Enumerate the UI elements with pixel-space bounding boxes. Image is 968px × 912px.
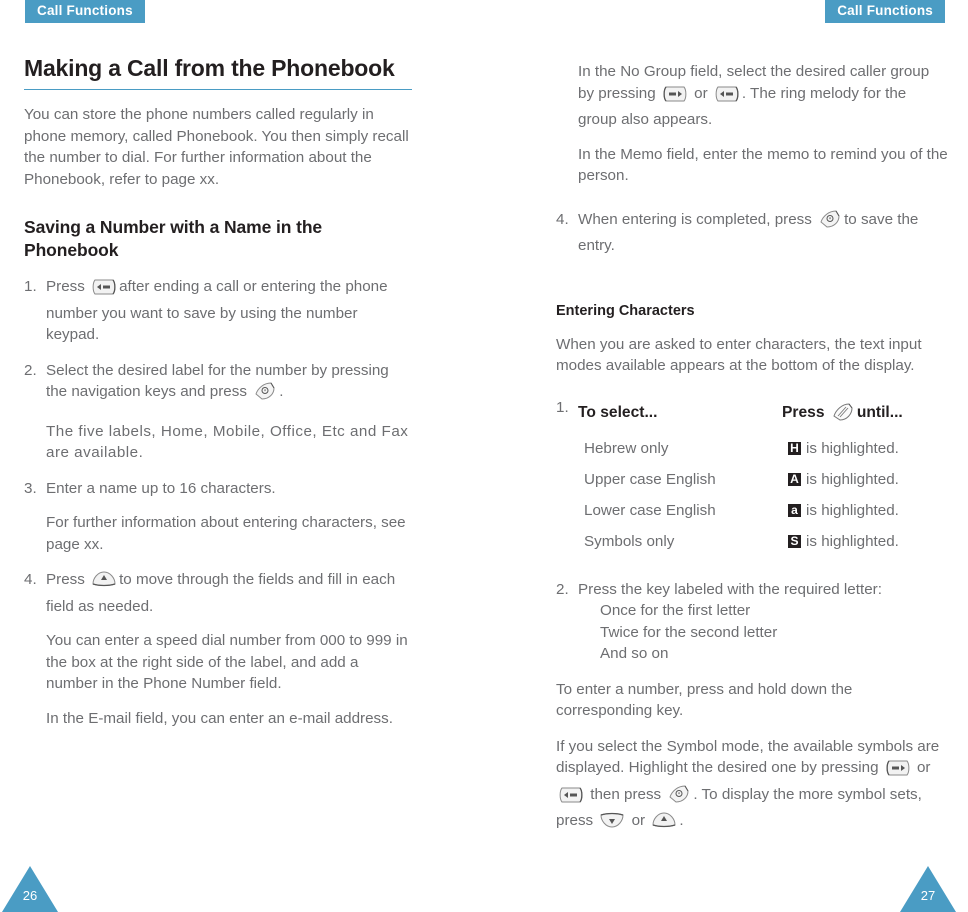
step-item: 1. Press after ending a call or entering … (24, 276, 412, 346)
note-email-field: In the E-mail field, you can enter an e-… (46, 709, 393, 727)
substep-twice: Twice for the second letter (600, 623, 778, 641)
text-mode-key-icon (831, 402, 855, 433)
note-symbol-text-a: If you select the Symbol mode, the avail… (556, 737, 940, 777)
step-number: 2. (24, 361, 37, 379)
note-symbol-text-d: . (679, 812, 684, 829)
substep-and-so-on: And so on (600, 645, 669, 662)
step-text-before: Enter a name up to 16 characters. (46, 479, 276, 497)
substep-once: Once for the first letter (600, 602, 751, 619)
side-key-left-icon (885, 759, 911, 784)
column-header-to-select: To select... (578, 403, 658, 421)
mode-indicator-badge: S (788, 534, 801, 548)
column-header-press-label: Press (782, 403, 825, 421)
soft-key-select-icon: * (253, 381, 277, 408)
step-item: 2. Press the key labeled with the require… (556, 579, 948, 601)
table-row: Symbols only Sis highlighted. (578, 526, 948, 557)
step-text-after: . (279, 383, 284, 400)
step-item: 3. Enter a name up to 16 characters. (24, 478, 412, 500)
step-number: 4. (556, 210, 569, 228)
nav-key-down-icon (599, 810, 625, 837)
note-speed-dial: You can enter a speed dial number from 0… (46, 632, 408, 692)
right-page-column: In the No Group field, select the desire… (556, 48, 948, 837)
table-row: Lower case English a is highlighted. (578, 495, 948, 526)
folio-number: 27 (920, 888, 936, 903)
mode-result-label: is highlighted. (806, 439, 899, 457)
note-memo-field: In the Memo field, enter the memo to rem… (578, 145, 948, 185)
page-number-right: 27 (900, 866, 956, 912)
note-symbol-or-1: or (916, 759, 931, 776)
step-text: Press the key labeled with the required … (578, 580, 882, 598)
step-number: 3. (24, 479, 37, 497)
note-symbol-or-2: or (631, 812, 646, 829)
mode-result: Sis highlighted. (788, 526, 948, 557)
title-divider (24, 89, 412, 90)
note-or-word: or (694, 84, 708, 102)
mode-indicator-badge: H (788, 441, 801, 455)
mode-result-label: is highlighted. (806, 532, 899, 550)
section-heading-entering-characters: Entering Characters (556, 302, 695, 319)
column-header-until-label: until... (856, 403, 903, 421)
nav-key-up-icon (91, 569, 117, 596)
mode-name: Upper case English (584, 470, 716, 488)
page-title: Making a Call from the Phonebook (24, 55, 395, 81)
step-text-before: Press (46, 278, 85, 295)
step-text-before: Select the desired label for the number … (46, 361, 389, 401)
mode-indicator-badge: a (788, 503, 801, 517)
text-input-mode-table: 1. To select... Press until... Hebrew on… (556, 397, 948, 557)
entering-characters-intro: When you are asked to enter characters, … (556, 335, 922, 375)
mode-name: Symbols only (584, 532, 675, 550)
column-header-press-until: Press until... (782, 397, 948, 433)
running-head-right: Call Functions (825, 0, 945, 23)
side-key-right-icon (558, 786, 584, 811)
mode-result-label: is highlighted. (806, 501, 899, 519)
note-no-group-field: In the No Group field, select the desire… (556, 61, 948, 131)
note-symbol-text-b: then press (590, 785, 662, 803)
left-page-column: Making a Call from the Phonebook You can… (24, 48, 412, 729)
table-row: Hebrew only His highlighted. (578, 433, 948, 464)
section-heading-saving-number: Saving a Number with a Name in the Phone… (24, 217, 323, 260)
note-symbol-mode: If you select the Symbol mode, the avail… (556, 736, 948, 837)
step-item: 4. Press to move through the fields and f… (24, 569, 412, 617)
table-row: Upper case English Ais highlighted. (578, 464, 948, 495)
mode-result: a is highlighted. (788, 495, 948, 526)
mode-name: Lower case English (584, 501, 716, 519)
table-header-row: To select... Press until... (578, 397, 948, 433)
intro-paragraph: You can store the phone numbers called r… (24, 106, 409, 188)
folio-number: 26 (22, 888, 38, 903)
step-text-before: Press (46, 571, 85, 588)
soft-key-select-icon: * (818, 209, 842, 236)
mode-result: Ais highlighted. (788, 464, 948, 495)
nav-key-up-icon (651, 810, 677, 837)
mode-result-label: is highlighted. (806, 470, 899, 488)
step-item: 4. When entering is completed, press * to… (556, 209, 948, 257)
step-number: 4. (24, 571, 37, 588)
mode-name: Hebrew only (584, 439, 669, 457)
step-item: 2. Select the desired label for the numbe… (24, 360, 412, 408)
note-enter-number: To enter a number, press and hold down t… (556, 680, 853, 720)
note-entering-characters-ref: For further information about entering c… (46, 514, 406, 553)
note-labels-list: The five labels, Home, Mobile, Office, E… (46, 422, 409, 462)
table-step-number: 1. (556, 398, 569, 416)
side-key-left-icon (662, 85, 688, 110)
soft-key-select-icon: * (667, 784, 691, 811)
step-number: 1. (24, 278, 37, 295)
running-head-left: Call Functions (25, 0, 145, 23)
side-key-right-icon (91, 278, 117, 303)
side-key-right-icon (714, 85, 740, 110)
step-number: 2. (556, 580, 569, 598)
mode-result: His highlighted. (788, 433, 948, 464)
page-number-left: 26 (2, 866, 58, 912)
mode-indicator-badge: A (788, 472, 801, 486)
step-text-before: When entering is completed, press (578, 210, 812, 228)
